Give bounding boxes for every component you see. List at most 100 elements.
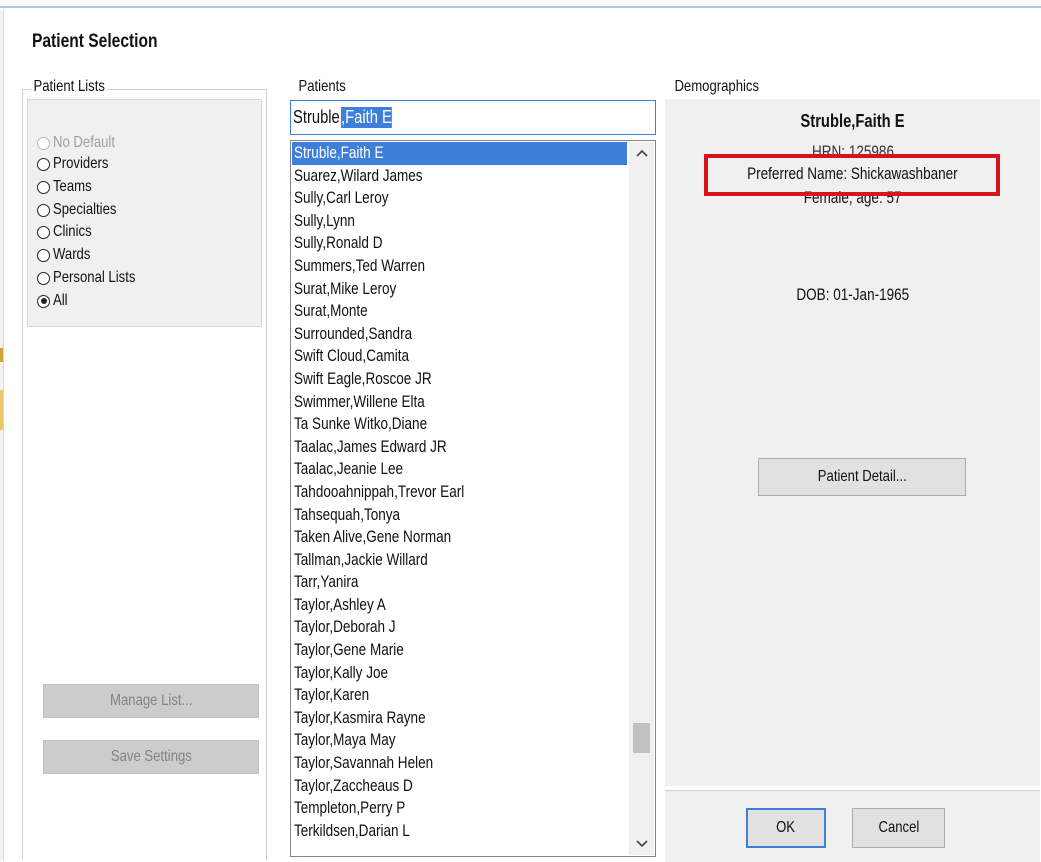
radio-no-default[interactable]: No Default bbox=[37, 132, 129, 154]
radio-providers[interactable]: Providers bbox=[37, 153, 121, 175]
edge-marker bbox=[0, 348, 3, 362]
patient-list-item[interactable]: Tallman,Jackie Willard bbox=[292, 549, 627, 572]
patient-list-item[interactable]: Taylor,Maya May bbox=[292, 729, 627, 752]
radio-label: Wards bbox=[53, 246, 91, 263]
radio-wards[interactable]: Wards bbox=[37, 244, 99, 266]
patient-list-item[interactable]: Taylor,Ashley A bbox=[292, 594, 627, 617]
patient-list-item[interactable]: Surrounded,Sandra bbox=[292, 323, 627, 346]
window-top-border bbox=[0, 6, 1041, 8]
patient-list-item-label: Summers,Ted Warren bbox=[294, 256, 426, 275]
patient-list-item-label: Taalac,Jeanie Lee bbox=[294, 460, 404, 479]
save-settings-button[interactable]: Save Settings bbox=[43, 740, 259, 774]
patient-list-item[interactable]: Tarr,Yanira bbox=[292, 571, 627, 594]
cancel-button[interactable]: Cancel bbox=[852, 808, 945, 848]
manage-list-button[interactable]: Manage List... bbox=[43, 684, 259, 718]
radio-button[interactable] bbox=[37, 271, 50, 285]
patient-list-item[interactable]: Sully,Ronald D bbox=[292, 232, 627, 255]
preferred-name-highlight bbox=[704, 154, 1000, 196]
radio-clinics[interactable]: Clinics bbox=[37, 221, 100, 243]
patient-list-item[interactable]: Taylor,Deborah J bbox=[292, 616, 627, 639]
patient-list-item-label: Surat,Monte bbox=[294, 302, 368, 321]
patient-dob: DOB: 01-Jan-1965 bbox=[796, 286, 909, 304]
radio-button[interactable] bbox=[37, 157, 50, 171]
patient-list-item[interactable]: Taalac,Jeanie Lee bbox=[292, 458, 627, 481]
patient-list-item[interactable]: Taylor,Kasmira Rayne bbox=[292, 707, 627, 730]
edge-marker bbox=[0, 390, 3, 430]
background-window-edge bbox=[0, 10, 4, 861]
patient-list-item[interactable]: Taylor,Zaccheaus D bbox=[292, 775, 627, 798]
radio-button[interactable] bbox=[37, 136, 50, 150]
patient-list-item[interactable]: Taken Alive,Gene Norman bbox=[292, 526, 627, 549]
patient-list-item-label: Taalac,James Edward JR bbox=[294, 437, 447, 456]
patient-list-item[interactable]: Tahdooahnippah,Trevor Earl bbox=[292, 481, 627, 504]
patient-list-item-label: Taylor,Kally Joe bbox=[294, 663, 389, 682]
radio-label: Providers bbox=[53, 155, 109, 172]
patient-list-item-label: Ta Sunke Witko,Diane bbox=[294, 415, 428, 434]
radio-button[interactable] bbox=[37, 203, 50, 217]
patient-list-item-label: Suarez,Wilard James bbox=[294, 166, 423, 185]
radio-label: Specialties bbox=[53, 201, 117, 218]
patients-label: Patients bbox=[296, 78, 349, 96]
search-typed-text: Struble bbox=[293, 107, 340, 127]
radio-button[interactable] bbox=[37, 248, 50, 262]
radio-all[interactable]: All bbox=[37, 290, 71, 312]
patient-search-input[interactable]: Struble ,Faith E bbox=[290, 100, 656, 135]
patient-list-item[interactable]: Swift Cloud,Camita bbox=[292, 345, 627, 368]
patient-list-item[interactable]: Taylor,Kally Joe bbox=[292, 662, 627, 685]
patient-list-item-label: Swimmer,Willene Elta bbox=[294, 392, 425, 411]
radio-teams[interactable]: Teams bbox=[37, 176, 100, 198]
radio-specialties[interactable]: Specialties bbox=[37, 199, 130, 221]
patient-list-item[interactable]: Swimmer,Willene Elta bbox=[292, 391, 627, 414]
patient-list-item[interactable]: Swift Eagle,Roscoe JR bbox=[292, 368, 627, 391]
radio-button[interactable] bbox=[37, 225, 50, 239]
scrollbar-thumb[interactable] bbox=[633, 723, 650, 753]
radio-button[interactable] bbox=[37, 180, 50, 194]
ok-button[interactable]: OK bbox=[746, 808, 826, 848]
patient-list-item[interactable]: Tahsequah,Tonya bbox=[292, 504, 627, 527]
patient-detail-button[interactable]: Patient Detail... bbox=[758, 458, 966, 496]
radio-button[interactable] bbox=[37, 294, 50, 308]
patient-list-item-label: Taylor,Zaccheaus D bbox=[294, 776, 413, 795]
patient-list-item[interactable]: Templeton,Perry P bbox=[292, 797, 627, 820]
patient-list-item[interactable]: Sully,Lynn bbox=[292, 210, 627, 233]
patient-list-item-label: Struble,Faith E bbox=[294, 144, 384, 162]
patient-list-item[interactable]: Ta Sunke Witko,Diane bbox=[292, 413, 627, 436]
patient-list-item-label: Sully,Lynn bbox=[294, 211, 355, 230]
radio-label: Clinics bbox=[53, 223, 92, 240]
save-settings-button-label: Save Settings bbox=[110, 748, 192, 765]
patient-list-item[interactable]: Taalac,James Edward JR bbox=[292, 436, 627, 459]
patient-list-item-label: Taken Alive,Gene Norman bbox=[294, 528, 452, 547]
radio-personal-lists[interactable]: Personal Lists bbox=[37, 267, 154, 289]
cancel-button-label: Cancel bbox=[878, 819, 919, 836]
patient-list-item-label: Taylor,Savannah Helen bbox=[294, 754, 434, 773]
patient-list-item[interactable]: Suarez,Wilard James bbox=[292, 165, 627, 188]
patient-list-item[interactable]: Surat,Mike Leroy bbox=[292, 278, 627, 301]
patient-list-rows: Struble,Faith E Suarez,Wilard James Sully,… bbox=[292, 142, 627, 842]
patient-list-item[interactable]: Taylor,Gene Marie bbox=[292, 639, 627, 662]
patient-list-item-label: Surat,Mike Leroy bbox=[294, 279, 397, 298]
dialog-title: Patient Selection bbox=[32, 31, 158, 52]
patient-list-item-label: Taylor,Ashley A bbox=[294, 595, 386, 614]
patient-list-item[interactable]: Taylor,Savannah Helen bbox=[292, 752, 627, 775]
patient-list-item-label: Taylor,Deborah J bbox=[294, 618, 396, 637]
demographics-label: Demographics bbox=[672, 78, 762, 96]
patient-name: Struble,Faith E bbox=[800, 111, 905, 131]
patient-list-item-label: Tarr,Yanira bbox=[294, 573, 359, 592]
patient-lists-label: Patient Lists bbox=[31, 78, 108, 96]
patient-list-item[interactable]: Terkildsen,Darian L bbox=[292, 820, 627, 843]
patient-list-item[interactable]: Struble,Faith E bbox=[292, 142, 627, 165]
radio-label: Personal Lists bbox=[53, 269, 136, 286]
chevron-up-icon[interactable] bbox=[629, 142, 654, 164]
patient-list-item[interactable]: Summers,Ted Warren bbox=[292, 255, 627, 278]
manage-list-button-label: Manage List... bbox=[109, 692, 193, 709]
chevron-down-icon[interactable] bbox=[629, 833, 654, 855]
radio-label: No Default bbox=[53, 134, 115, 151]
patient-list-item[interactable]: Sully,Carl Leroy bbox=[292, 187, 627, 210]
patient-listbox[interactable]: Struble,Faith E Suarez,Wilard James Sully,… bbox=[290, 140, 656, 857]
patient-list-item[interactable]: Taylor,Karen bbox=[292, 684, 627, 707]
patient-list-scrollbar[interactable] bbox=[629, 142, 654, 855]
patient-list-item-label: Tahdooahnippah,Trevor Earl bbox=[294, 482, 465, 501]
patient-list-item[interactable]: Surat,Monte bbox=[292, 300, 627, 323]
patient-list-item-label: Taylor,Maya May bbox=[294, 731, 396, 750]
patient-list-item-label: Taylor,Karen bbox=[294, 686, 370, 705]
